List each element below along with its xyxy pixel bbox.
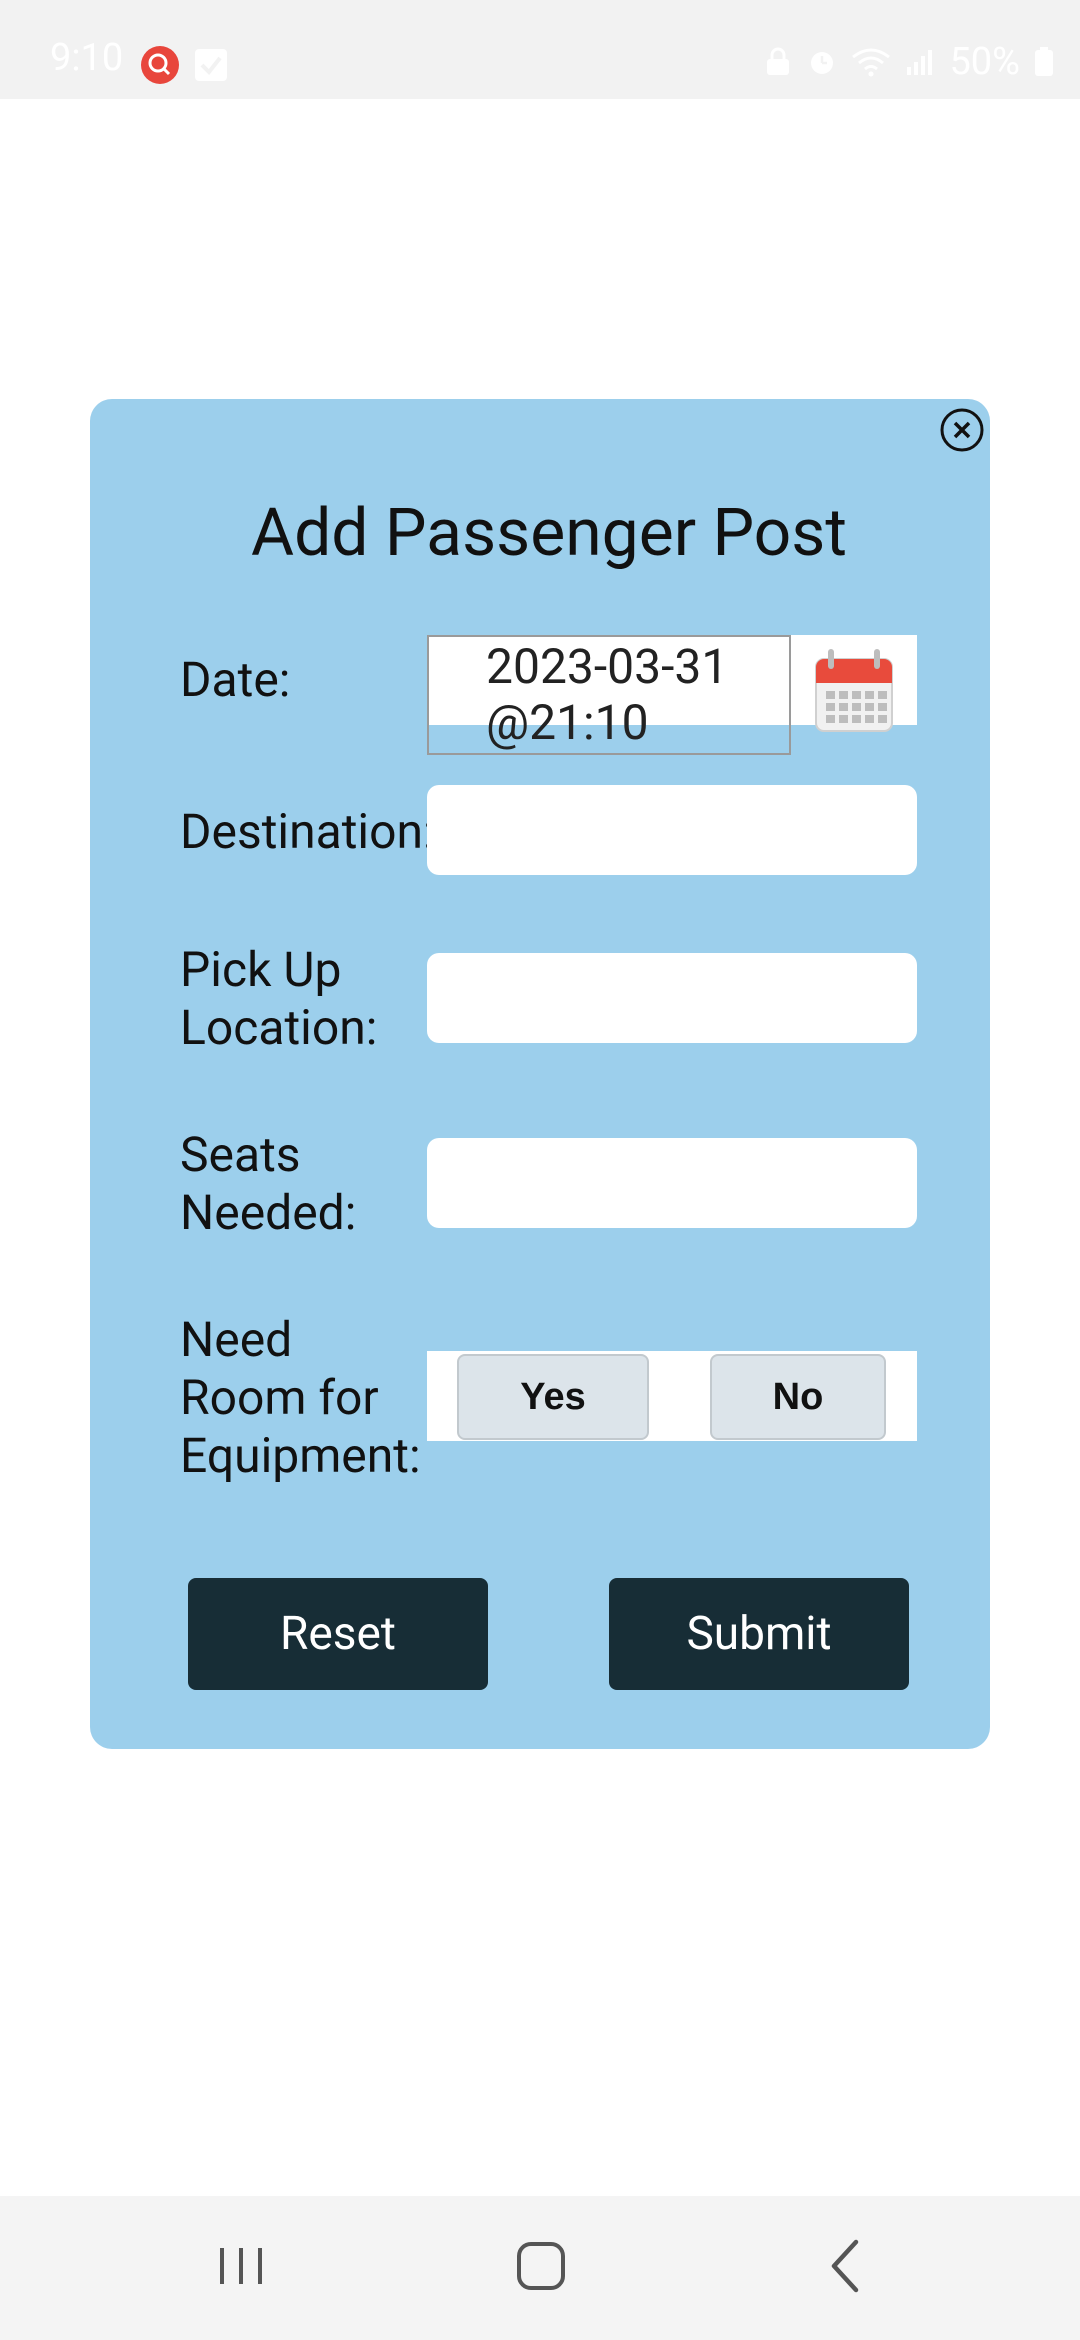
- lock-icon: [767, 47, 790, 75]
- equipment-label: Need Room for Equipment:: [180, 1311, 421, 1485]
- home-icon[interactable]: [515, 2236, 567, 2296]
- date-value: 2023-03-31 @21:10: [486, 639, 728, 751]
- wifi-icon: [852, 48, 891, 77]
- date-value-line1: 2023-03-31: [486, 638, 729, 695]
- seats-needed-label: Seats Needed:: [180, 1126, 356, 1242]
- pickup-label-line1: Pick Up: [180, 941, 342, 998]
- status-time: 9:10: [50, 36, 124, 80]
- submit-button[interactable]: Submit: [609, 1578, 909, 1690]
- seats-needed-input[interactable]: [427, 1138, 917, 1228]
- equipment-label-line3: Equipment:: [180, 1427, 421, 1484]
- dialog-title: Add Passenger Post: [251, 495, 847, 572]
- reset-button[interactable]: Reset: [188, 1578, 488, 1690]
- navigation-bar: [0, 2196, 1080, 2340]
- checkbox-notification-icon: [195, 49, 227, 81]
- calendar-icon[interactable]: [814, 647, 894, 735]
- date-value-line2: @21:10: [486, 694, 649, 751]
- pickup-location-input[interactable]: [427, 953, 917, 1043]
- destination-label: Destination:: [180, 803, 427, 860]
- seats-label-line1: Seats: [180, 1126, 301, 1183]
- close-icon[interactable]: [939, 407, 985, 453]
- equipment-label-line2: Room for: [180, 1369, 379, 1426]
- pickup-location-label: Pick Up Location:: [180, 941, 377, 1057]
- status-bar: 9:10 50%: [0, 0, 1080, 99]
- date-label: Date:: [180, 651, 291, 708]
- no-button[interactable]: No: [710, 1354, 886, 1440]
- signal-icon: [907, 50, 933, 75]
- alarm-icon: [811, 52, 834, 74]
- back-icon[interactable]: [826, 2236, 866, 2296]
- pickup-label-line2: Location:: [180, 999, 378, 1056]
- battery-percent: 50%: [949, 40, 1020, 84]
- add-passenger-post-dialog: Add Passenger Post Date: 2023-03-31 @21:…: [90, 399, 990, 1749]
- yes-button[interactable]: Yes: [457, 1354, 649, 1440]
- destination-input[interactable]: [427, 785, 917, 875]
- equipment-label-line1: Need: [180, 1311, 293, 1368]
- battery-icon: [1035, 47, 1053, 76]
- search-app-notification-icon: [141, 46, 179, 84]
- recents-icon[interactable]: [216, 2236, 266, 2296]
- status-right: 50%: [763, 40, 1054, 84]
- seats-label-line2: Needed:: [180, 1184, 357, 1241]
